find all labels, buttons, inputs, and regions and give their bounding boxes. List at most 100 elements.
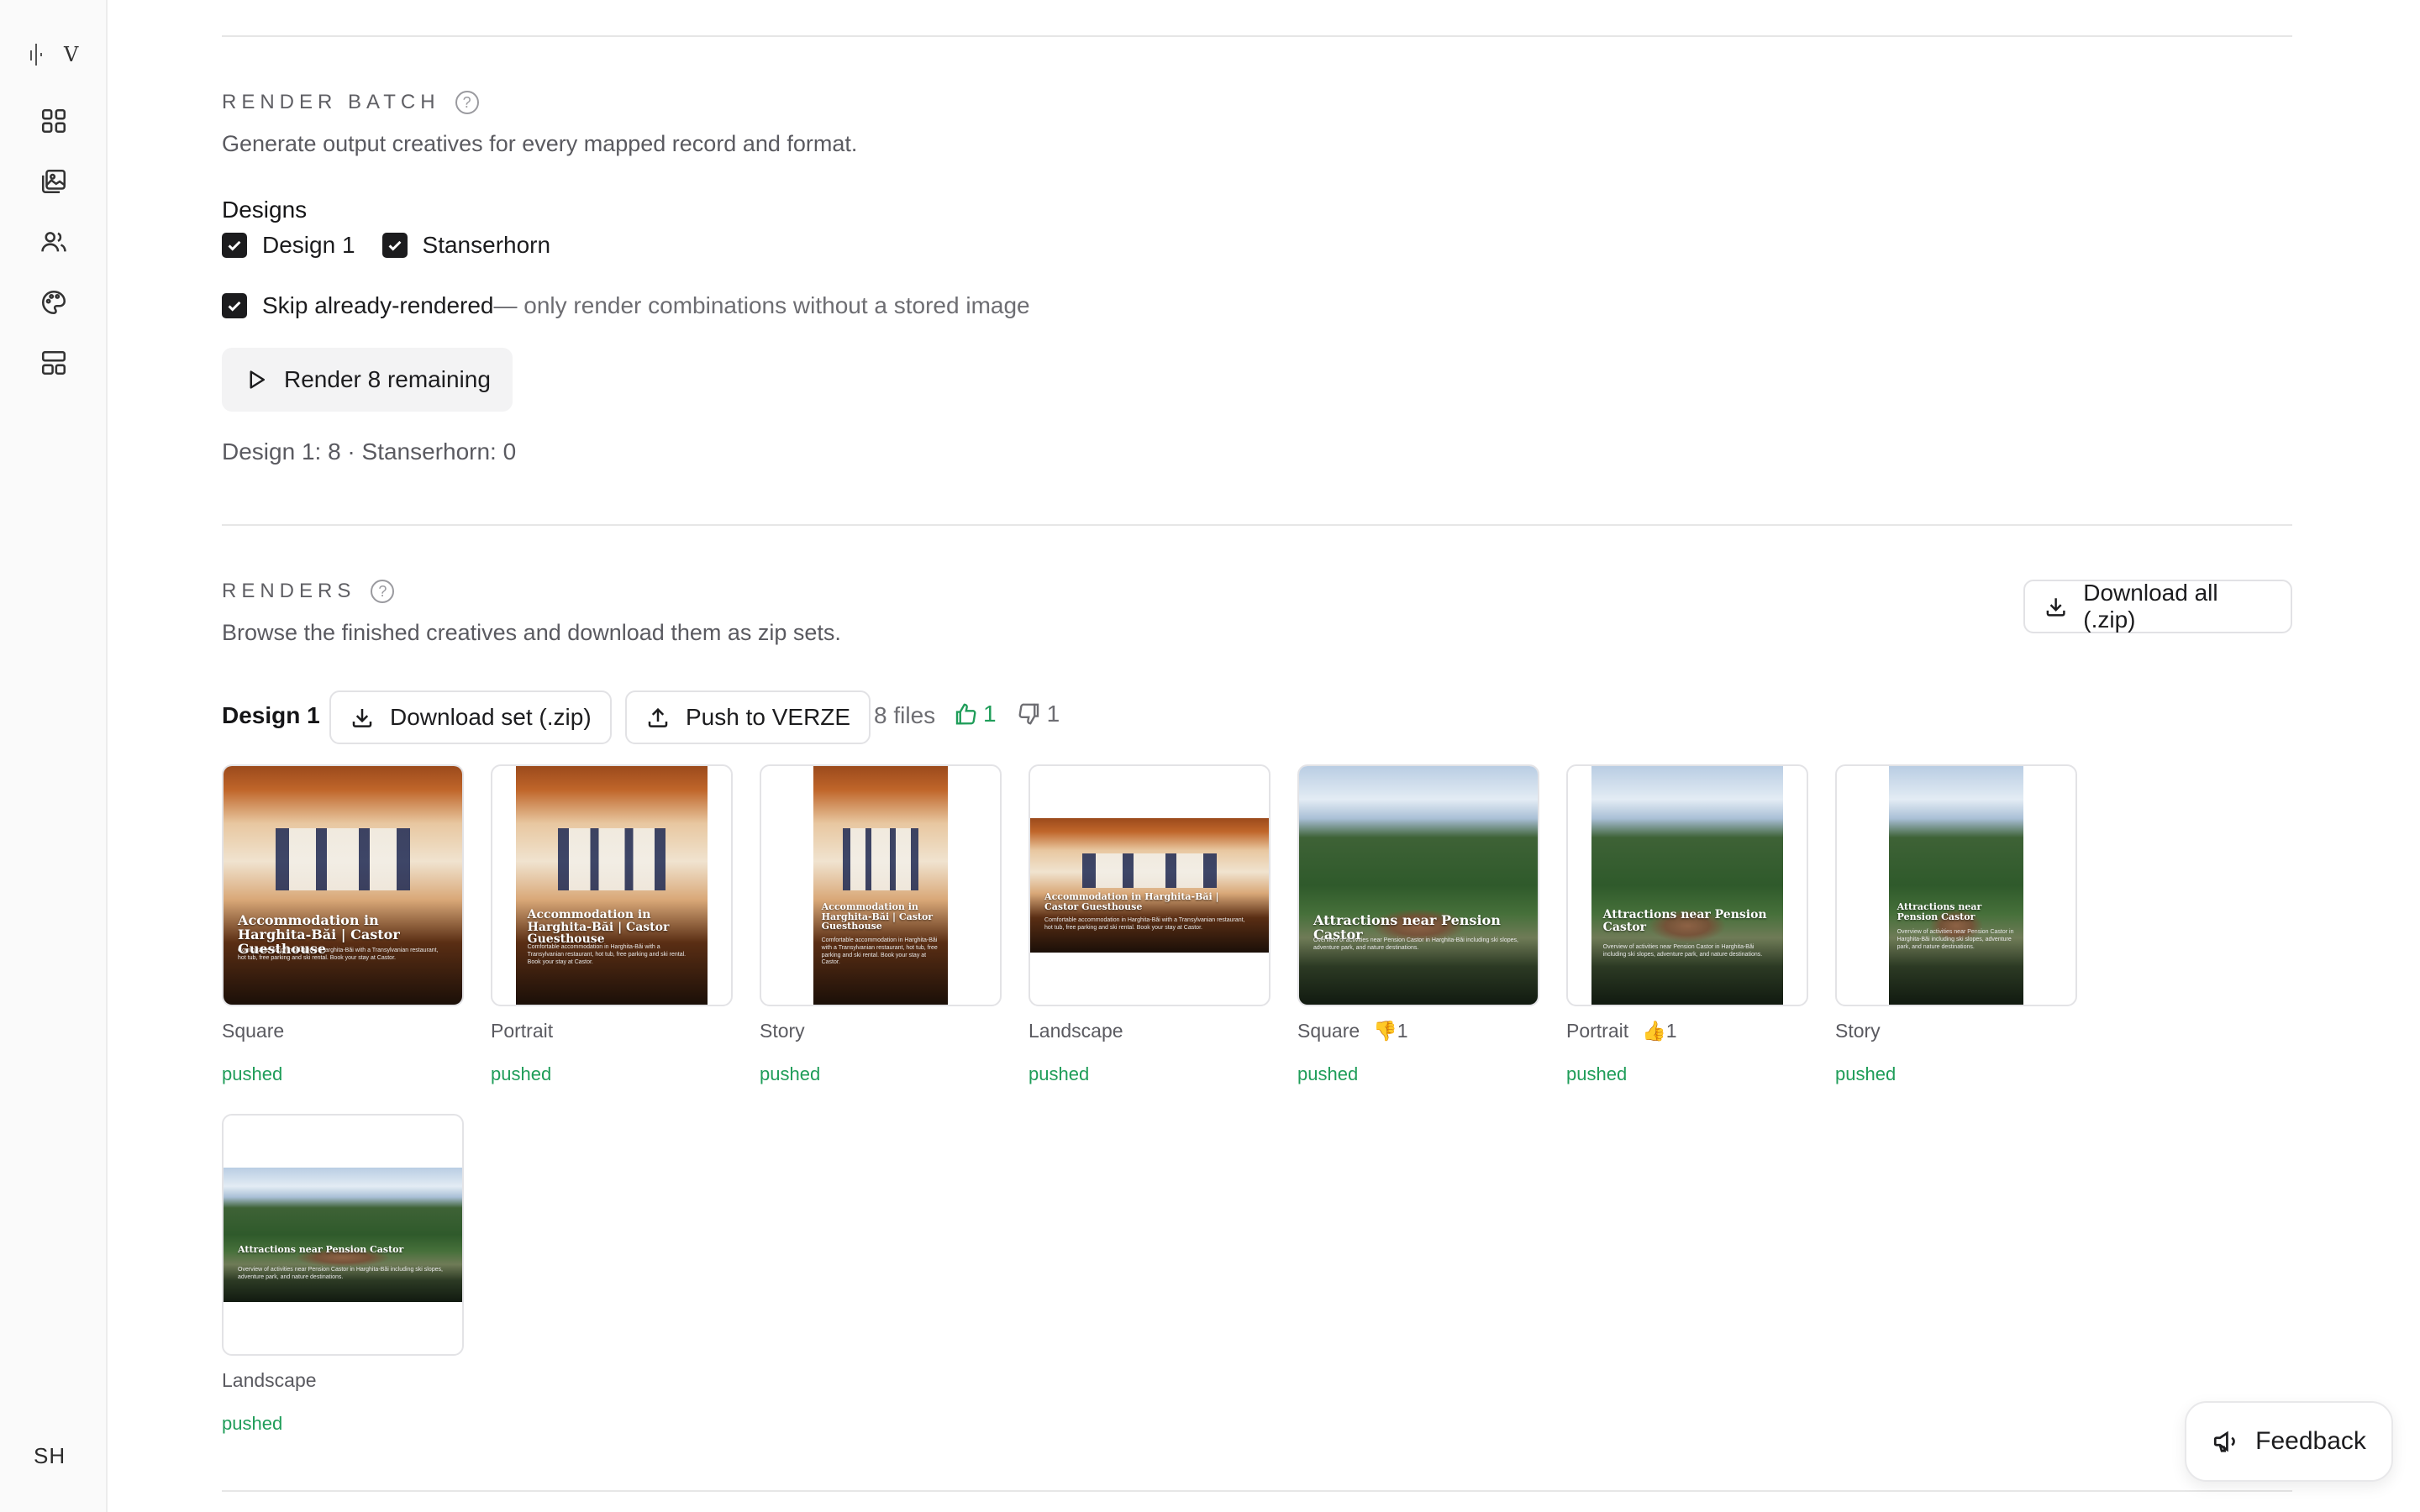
designs-checkboxes: Design 1 Stanserhorn bbox=[222, 232, 550, 259]
render-status: pushed bbox=[491, 1063, 552, 1084]
render-thumbnail[interactable]: Attractions near Pension Castor Overview… bbox=[1835, 764, 2077, 1006]
render-group-name: Design 1 bbox=[222, 702, 320, 728]
render-card[interactable]: Attractions near Pension Castor Overview… bbox=[1566, 764, 1808, 1084]
render-vote: 👎1 bbox=[1373, 1020, 1408, 1042]
render-thumbnail[interactable]: Accommodation in Harghita-Băi | Castor G… bbox=[1028, 764, 1270, 1006]
divider bbox=[222, 524, 2292, 526]
render-format: Portrait 👍1 bbox=[1566, 1020, 1677, 1042]
render-status: pushed bbox=[1028, 1063, 1090, 1084]
render-thumbnail[interactable]: Attractions near Pension Castor Overview… bbox=[222, 1114, 464, 1356]
render-subtext: Comfortable accommodation in Harghita-Bă… bbox=[527, 944, 687, 965]
help-icon[interactable]: ? bbox=[455, 91, 479, 114]
sidebar: V SH bbox=[0, 0, 108, 1512]
render-vote: 👍1 bbox=[1642, 1020, 1677, 1042]
app-logo[interactable]: V bbox=[30, 42, 84, 67]
render-image: Accommodation in Harghita-Băi | Castor G… bbox=[516, 766, 708, 1005]
render-format: Portrait bbox=[491, 1020, 553, 1042]
divider bbox=[222, 1490, 2292, 1492]
feedback-label: Feedback bbox=[2255, 1427, 2366, 1455]
play-icon bbox=[250, 370, 265, 389]
render-card[interactable]: Attractions near Pension Castor Overview… bbox=[1835, 764, 2077, 1084]
push-to-verze-label: Push to VERZE bbox=[686, 704, 851, 730]
render-format-label: Square bbox=[1297, 1020, 1360, 1042]
feedback-button[interactable]: Feedback bbox=[2185, 1401, 2393, 1482]
thumbs-down-count: 1 bbox=[1017, 701, 1060, 727]
render-format-label: Square bbox=[222, 1020, 285, 1042]
files-count: 8 files bbox=[874, 702, 936, 728]
render-subtext: Comfortable accommodation in Harghita-Bă… bbox=[238, 948, 439, 961]
render-caption: Attractions near Pension Castor bbox=[238, 1244, 404, 1255]
render-batch-title: RENDER BATCH ? bbox=[222, 91, 479, 114]
layout-icon[interactable] bbox=[37, 346, 71, 380]
render-status: pushed bbox=[760, 1063, 821, 1084]
render-caption: Accommodation in Harghita-Băi | Castor G… bbox=[1044, 891, 1219, 912]
designs-label: Designs bbox=[222, 197, 308, 223]
divider bbox=[222, 35, 2292, 37]
users-icon[interactable] bbox=[37, 225, 71, 259]
gallery-icon[interactable] bbox=[37, 165, 71, 198]
render-status: pushed bbox=[1566, 1063, 1628, 1084]
render-thumbnail[interactable]: Accommodation in Harghita-Băi | Castor G… bbox=[222, 764, 464, 1006]
user-avatar[interactable]: SH bbox=[34, 1443, 66, 1469]
render-format-label: Story bbox=[760, 1020, 805, 1042]
thumbs-up-icon bbox=[955, 703, 976, 725]
render-format: Story bbox=[760, 1020, 805, 1042]
render-remaining-button[interactable]: Render 8 remaining bbox=[222, 348, 513, 412]
render-format-label: Portrait bbox=[491, 1020, 554, 1042]
checkbox-skip-rendered[interactable] bbox=[222, 293, 247, 318]
checkbox-design-1[interactable] bbox=[222, 233, 247, 258]
download-icon bbox=[352, 709, 372, 727]
render-card[interactable]: Attractions near Pension Castor Overview… bbox=[222, 1114, 464, 1434]
vote-summary: 1 1 bbox=[953, 701, 1060, 727]
render-image: Accommodation in Harghita-Băi | Castor G… bbox=[813, 766, 948, 1005]
palette-icon[interactable] bbox=[37, 286, 71, 319]
render-card[interactable]: Accommodation in Harghita-Băi | Castor G… bbox=[491, 764, 733, 1084]
skip-rendered-option: Skip already-rendered — only render comb… bbox=[222, 292, 1030, 319]
render-status: pushed bbox=[222, 1063, 283, 1084]
checkbox-stanserhorn[interactable] bbox=[381, 233, 408, 258]
render-thumbnail[interactable]: Accommodation in Harghita-Băi | Castor G… bbox=[760, 764, 1002, 1006]
render-format: Landscape bbox=[1028, 1020, 1123, 1042]
skip-rendered-note: — only render combinations without a sto… bbox=[493, 292, 1030, 318]
thumbs-down-value: 1 bbox=[1046, 701, 1060, 727]
render-format: Square bbox=[222, 1020, 284, 1042]
render-thumbnail[interactable]: Attractions near Pension Castor Overview… bbox=[1297, 764, 1539, 1006]
logo-letter: V bbox=[64, 43, 79, 66]
render-batch-heading: RENDER BATCH bbox=[222, 91, 440, 113]
render-card[interactable]: Accommodation in Harghita-Băi | Castor G… bbox=[1028, 764, 1270, 1084]
design-counts: Design 1: 8 · Stanserhorn: 0 bbox=[222, 438, 517, 465]
render-card[interactable]: Accommodation in Harghita-Băi | Castor G… bbox=[222, 764, 464, 1084]
checkbox-stanserhorn-label[interactable]: Stanserhorn bbox=[423, 232, 551, 259]
dashboard-icon[interactable] bbox=[37, 104, 71, 138]
render-status: pushed bbox=[1297, 1063, 1359, 1084]
render-subtext: Overview of activities near Pension Cast… bbox=[1313, 937, 1518, 951]
download-all-button[interactable]: Download all (.zip) bbox=[2023, 580, 2292, 633]
render-format: Story bbox=[1835, 1020, 1881, 1042]
render-format: Square 👎1 bbox=[1297, 1020, 1408, 1042]
render-thumbnail[interactable]: Accommodation in Harghita-Băi | Castor G… bbox=[491, 764, 733, 1006]
help-icon[interactable]: ? bbox=[371, 580, 395, 603]
render-card[interactable]: Accommodation in Harghita-Băi | Castor G… bbox=[760, 764, 1002, 1084]
render-image: Accommodation in Harghita-Băi | Castor G… bbox=[224, 766, 462, 1005]
download-set-button[interactable]: Download set (.zip) bbox=[329, 690, 612, 744]
render-subtext: Overview of activities near Pension Cast… bbox=[238, 1267, 443, 1280]
render-format: Landscape bbox=[222, 1369, 317, 1392]
render-image: Attractions near Pension Castor Overview… bbox=[1889, 766, 2023, 1005]
render-thumbnail[interactable]: Attractions near Pension Castor Overview… bbox=[1566, 764, 1808, 1006]
render-remaining-label: Render 8 remaining bbox=[284, 366, 491, 392]
render-card[interactable]: Attractions near Pension Castor Overview… bbox=[1297, 764, 1539, 1084]
render-image: Attractions near Pension Castor Overview… bbox=[1299, 766, 1538, 1005]
render-caption: Attractions near Pension Castor bbox=[1897, 901, 1982, 922]
render-subtext: Overview of activities near Pension Cast… bbox=[1602, 944, 1763, 958]
render-caption: Accommodation in Harghita-Băi | Castor G… bbox=[527, 908, 670, 947]
push-to-verze-button[interactable]: Push to VERZE bbox=[625, 690, 871, 744]
render-format-label: Landscape bbox=[222, 1369, 317, 1391]
thumbs-up-count: 1 bbox=[953, 701, 997, 727]
skip-rendered-label[interactable]: Skip already-rendered bbox=[262, 292, 494, 319]
main-content: RENDER BATCH ? Generate output creatives… bbox=[222, 0, 2292, 1512]
renders-heading: RENDERS bbox=[222, 580, 356, 602]
checkbox-design-1-label[interactable]: Design 1 bbox=[262, 232, 355, 259]
render-status: pushed bbox=[222, 1413, 283, 1434]
render-format-label: Landscape bbox=[1028, 1020, 1123, 1042]
render-image: Attractions near Pension Castor Overview… bbox=[1591, 766, 1783, 1005]
